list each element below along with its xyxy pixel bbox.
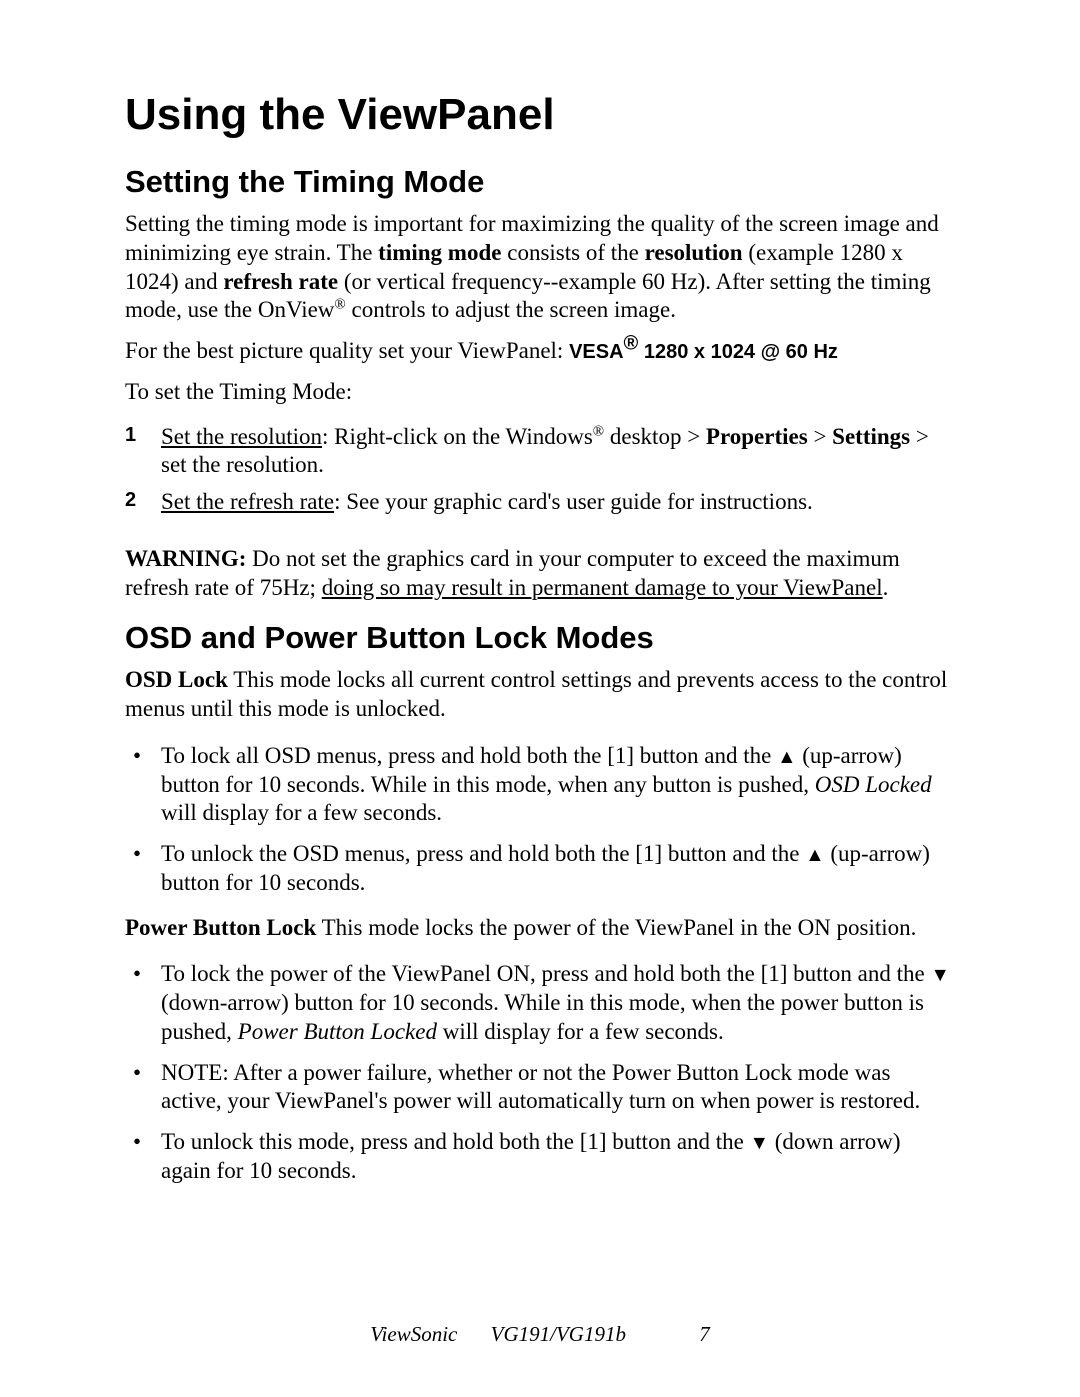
vesa-resolution: 1280 x 1024 @ 60 Hz <box>638 341 838 363</box>
list-item: To lock the power of the ViewPanel ON, p… <box>125 954 955 1052</box>
italic-text: OSD Locked <box>815 772 932 797</box>
text: To lock all OSD menus, press and hold bo… <box>161 743 777 768</box>
down-arrow-icon: ▼ <box>750 1133 769 1154</box>
text: To lock the power of the ViewPanel ON, p… <box>161 961 930 986</box>
text: : Right-click on the Windows <box>322 424 593 449</box>
text: NOTE: After a power failure, whether or … <box>161 1060 920 1114</box>
document-page: Using the ViewPanel Setting the Timing M… <box>0 0 1080 1397</box>
text: will display for a few seconds. <box>161 800 442 825</box>
power-button-lock-list: To lock the power of the ViewPanel ON, p… <box>125 954 955 1191</box>
text: This mode locks the power of the ViewPan… <box>316 915 916 940</box>
list-item: To unlock the OSD menus, press and hold … <box>125 834 955 904</box>
registered-mark-icon: ® <box>624 332 639 354</box>
paragraph-vesa-recommendation: For the best picture quality set your Vi… <box>125 337 955 366</box>
up-arrow-icon: ▲ <box>805 845 824 866</box>
footer-model: VG191/VG191b <box>491 1322 626 1346</box>
text: For the best picture quality set your Vi… <box>125 338 569 363</box>
vesa-label: VESA <box>569 341 623 363</box>
step-set-resolution: 1 Set the resolution: Right-click on the… <box>125 419 955 485</box>
text: To unlock the OSD menus, press and hold … <box>161 841 805 866</box>
bold-text: timing mode <box>378 240 501 265</box>
down-arrow-icon: ▼ <box>930 965 949 986</box>
step-number: 1 <box>125 423 136 448</box>
list-item: To lock all OSD menus, press and hold bo… <box>125 736 955 834</box>
paragraph-power-button-lock: Power Button Lock This mode locks the po… <box>125 914 955 943</box>
footer-page-number: 7 <box>699 1322 710 1346</box>
italic-text: Power Button Locked <box>238 1019 437 1044</box>
list-item: To unlock this mode, press and hold both… <box>125 1122 955 1192</box>
bold-text: Settings <box>832 424 910 449</box>
paragraph-osd-lock: OSD Lock This mode locks all current con… <box>125 666 955 724</box>
text: consists of the <box>501 240 644 265</box>
step-set-refresh-rate: 2 Set the refresh rate: See your graphic… <box>125 484 955 521</box>
bold-text: refresh rate <box>223 269 338 294</box>
paragraph-set-timing-lead: To set the Timing Mode: <box>125 378 955 407</box>
step-title: Set the refresh rate <box>161 489 334 514</box>
footer-company: ViewSonic <box>370 1322 457 1346</box>
step-number: 2 <box>125 488 136 513</box>
page-footer: ViewSonic VG191/VG191b 7 <box>0 1322 1080 1347</box>
up-arrow-icon: ▲ <box>777 747 796 768</box>
list-item: NOTE: After a power failure, whether or … <box>125 1053 955 1123</box>
bold-text: resolution <box>645 240 743 265</box>
text: To unlock this mode, press and hold both… <box>161 1129 750 1154</box>
text: > <box>808 424 832 449</box>
bold-text: Properties <box>706 424 808 449</box>
paragraph-timing-intro: Setting the timing mode is important for… <box>125 210 955 325</box>
text: will display for a few seconds. <box>437 1019 724 1044</box>
step-title: Set the resolution <box>161 424 322 449</box>
timing-mode-steps: 1 Set the resolution: Right-click on the… <box>125 419 955 521</box>
section-heading-timing-mode: Setting the Timing Mode <box>125 164 955 200</box>
underlined-text: doing so may result in permanent damage … <box>322 575 883 600</box>
bold-text: Power Button Lock <box>125 915 316 940</box>
section-heading-lock-modes: OSD and Power Button Lock Modes <box>125 620 955 656</box>
page-title: Using the ViewPanel <box>125 90 955 140</box>
registered-mark-icon: ® <box>593 423 604 439</box>
text: This mode locks all current control sett… <box>125 667 947 721</box>
osd-lock-list: To lock all OSD menus, press and hold bo… <box>125 736 955 904</box>
bold-text: OSD Lock <box>125 667 228 692</box>
text: . <box>883 575 889 600</box>
paragraph-warning: WARNING: Do not set the graphics card in… <box>125 545 955 603</box>
text: : See your graphic card's user guide for… <box>334 489 813 514</box>
registered-mark-icon: ® <box>334 297 345 313</box>
text: controls to adjust the screen image. <box>346 297 676 322</box>
warning-label: WARNING: <box>125 546 246 571</box>
text: desktop > <box>604 424 706 449</box>
